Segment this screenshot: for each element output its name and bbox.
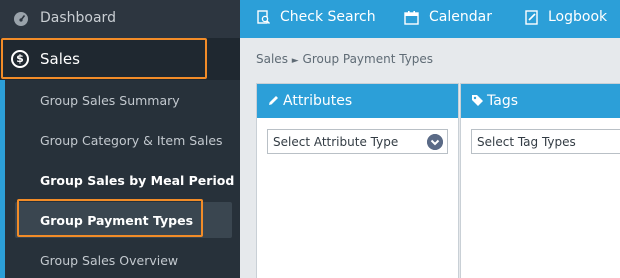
breadcrumb-separator: ► xyxy=(291,56,299,66)
logbook-label: Logbook xyxy=(548,9,608,25)
check-search-icon xyxy=(257,10,271,25)
tags-panel-title: Tags xyxy=(487,93,518,109)
tag-types-select-value: Select Tag Types xyxy=(477,135,576,149)
sidebar-item-label: Group Sales Summary xyxy=(40,93,180,108)
check-search-label: Check Search xyxy=(280,9,376,25)
sidebar-item-label: Group Sales by Meal Period xyxy=(40,173,235,188)
calendar-label: Calendar xyxy=(429,9,492,25)
payment-types-highlight-frame xyxy=(17,199,203,237)
attribute-type-select-value: Select Attribute Type xyxy=(273,135,399,149)
sidebar-item-label: Group Category & Item Sales xyxy=(40,133,223,148)
breadcrumb: Sales ► Group Payment Types xyxy=(256,52,433,66)
attributes-panel-title: Attributes xyxy=(283,93,353,109)
sidebar-item-dashboard[interactable]: Dashboard xyxy=(0,0,240,38)
breadcrumb-current: Group Payment Types xyxy=(302,52,434,66)
tags-panel-header: Tags xyxy=(461,84,620,118)
sidebar-item-group-category-item-sales[interactable]: Group Category & Item Sales xyxy=(5,120,240,160)
sidebar-item-group-sales-overview[interactable]: Group Sales Overview xyxy=(5,240,240,278)
calendar-icon xyxy=(404,11,419,25)
tag-icon xyxy=(472,95,483,106)
attributes-panel-header: Attributes xyxy=(257,84,458,118)
attribute-type-select[interactable]: Select Attribute Type xyxy=(267,129,448,154)
pencil-icon xyxy=(269,96,278,105)
sidebar-item-label: Group Sales Overview xyxy=(40,253,179,268)
gauge-icon xyxy=(14,12,28,26)
sidebar-item-group-sales-summary[interactable]: Group Sales Summary xyxy=(5,80,240,120)
sidebar-item-label: Dashboard xyxy=(40,10,116,26)
logbook-icon xyxy=(525,10,538,25)
sidebar-item-group-sales-by-meal-period[interactable]: Group Sales by Meal Period xyxy=(5,160,240,200)
sales-highlight-frame xyxy=(1,38,207,79)
tags-panel: Tags Select Tag Types xyxy=(460,83,620,278)
breadcrumb-root[interactable]: Sales xyxy=(256,52,288,66)
attributes-panel: Attributes Select Attribute Type xyxy=(256,83,459,278)
tag-types-select[interactable]: Select Tag Types xyxy=(471,129,620,154)
chevron-down-icon xyxy=(427,134,443,150)
